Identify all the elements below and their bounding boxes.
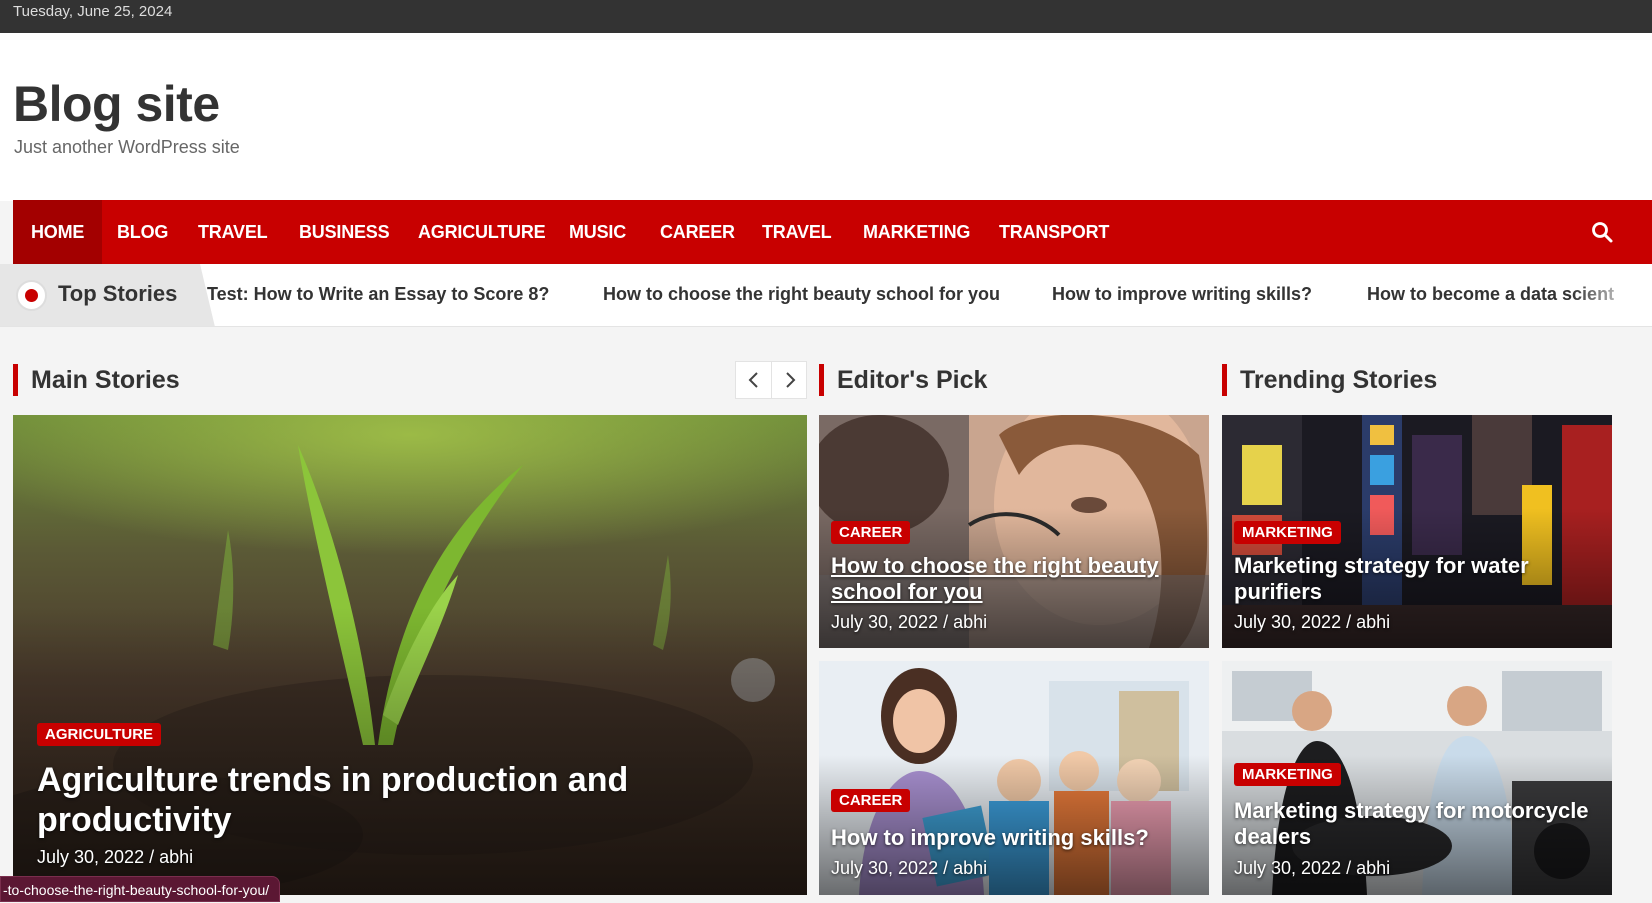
- site-header: Blog site Just another WordPress site: [0, 33, 1652, 201]
- ticker-item[interactable]: How to improve writing skills?: [1052, 284, 1312, 305]
- ticker-label-box: Top Stories: [0, 264, 215, 326]
- nav-item-home[interactable]: HOME: [13, 200, 103, 264]
- site-title[interactable]: Blog site: [13, 75, 220, 133]
- current-date: Tuesday, June 25, 2024: [13, 3, 173, 20]
- category-badge[interactable]: MARKETING: [1234, 763, 1341, 786]
- editors-pick-heading: Editor's Pick: [819, 364, 987, 396]
- main-story-card[interactable]: AGRICULTURE Agriculture trends in produc…: [13, 415, 807, 895]
- trending-stories-heading: Trending Stories: [1222, 364, 1437, 396]
- trending-story-title[interactable]: Marketing strategy for motorcycle dealer…: [1234, 798, 1604, 850]
- editors-pick-title[interactable]: How to improve writing skills?: [831, 825, 1191, 851]
- chevron-left-icon[interactable]: [736, 362, 772, 398]
- category-badge[interactable]: MARKETING: [1234, 521, 1341, 544]
- nav-item-travel-2[interactable]: TRAVEL: [744, 200, 849, 264]
- search-icon[interactable]: [1590, 220, 1614, 244]
- top-bar: Tuesday, June 25, 2024: [0, 0, 1652, 33]
- main-stories-heading: Main Stories: [13, 364, 180, 396]
- editors-pick-meta: July 30, 2022 / abhi: [831, 612, 988, 632]
- site-description: Just another WordPress site: [14, 137, 240, 157]
- ticker-item[interactable]: Test: How to Write an Essay to Score 8?: [207, 284, 549, 305]
- main-story-meta: July 30, 2022 / abhi: [37, 847, 194, 867]
- editors-pick-title[interactable]: How to choose the right beauty school fo…: [831, 553, 1191, 605]
- nav-item-business[interactable]: BUSINESS: [281, 200, 407, 264]
- editors-pick-meta: July 30, 2022 / abhi: [831, 858, 988, 878]
- trending-story-card[interactable]: MARKETING Marketing strategy for water p…: [1222, 415, 1612, 648]
- trending-story-card[interactable]: MARKETING Marketing strategy for motorcy…: [1222, 661, 1612, 895]
- nav-item-marketing[interactable]: MARKETING: [845, 200, 988, 264]
- nav-item-travel[interactable]: TRAVEL: [180, 200, 285, 264]
- ticker-title: Top Stories: [58, 281, 178, 306]
- trending-story-title[interactable]: Marketing strategy for water purifiers: [1234, 553, 1594, 605]
- editors-pick-card[interactable]: CAREER How to improve writing skills? Ju…: [819, 661, 1209, 895]
- top-stories-ticker: Top Stories Test: How to Write an Essay …: [0, 264, 1652, 327]
- category-badge[interactable]: CAREER: [831, 521, 911, 544]
- status-bar-url: -to-choose-the-right-beauty-school-for-y…: [0, 876, 281, 902]
- live-indicator-icon: [16, 280, 47, 311]
- chevron-right-icon[interactable]: [772, 362, 808, 398]
- ticker-fade: [1572, 264, 1652, 326]
- trending-story-meta: July 30, 2022 / abhi: [1234, 858, 1391, 878]
- nav-item-transport[interactable]: TRANSPORT: [981, 200, 1127, 264]
- category-badge[interactable]: CAREER: [831, 789, 911, 812]
- main-story-title[interactable]: Agriculture trends in production and pro…: [37, 760, 657, 840]
- nav-item-career[interactable]: CAREER: [642, 200, 753, 264]
- main-navigation: HOME BLOG TRAVEL BUSINESS AGRICULTURE MU…: [13, 200, 1652, 264]
- nav-item-music[interactable]: MUSIC: [551, 200, 644, 264]
- nav-item-agriculture[interactable]: AGRICULTURE: [400, 200, 563, 264]
- editors-pick-card[interactable]: CAREER How to choose the right beauty sc…: [819, 415, 1209, 648]
- slider-controls: [735, 361, 807, 399]
- ticker-item[interactable]: How to choose the right beauty school fo…: [603, 284, 1000, 305]
- trending-story-meta: July 30, 2022 / abhi: [1234, 612, 1391, 632]
- category-badge[interactable]: AGRICULTURE: [37, 723, 162, 746]
- nav-item-blog[interactable]: BLOG: [99, 200, 186, 264]
